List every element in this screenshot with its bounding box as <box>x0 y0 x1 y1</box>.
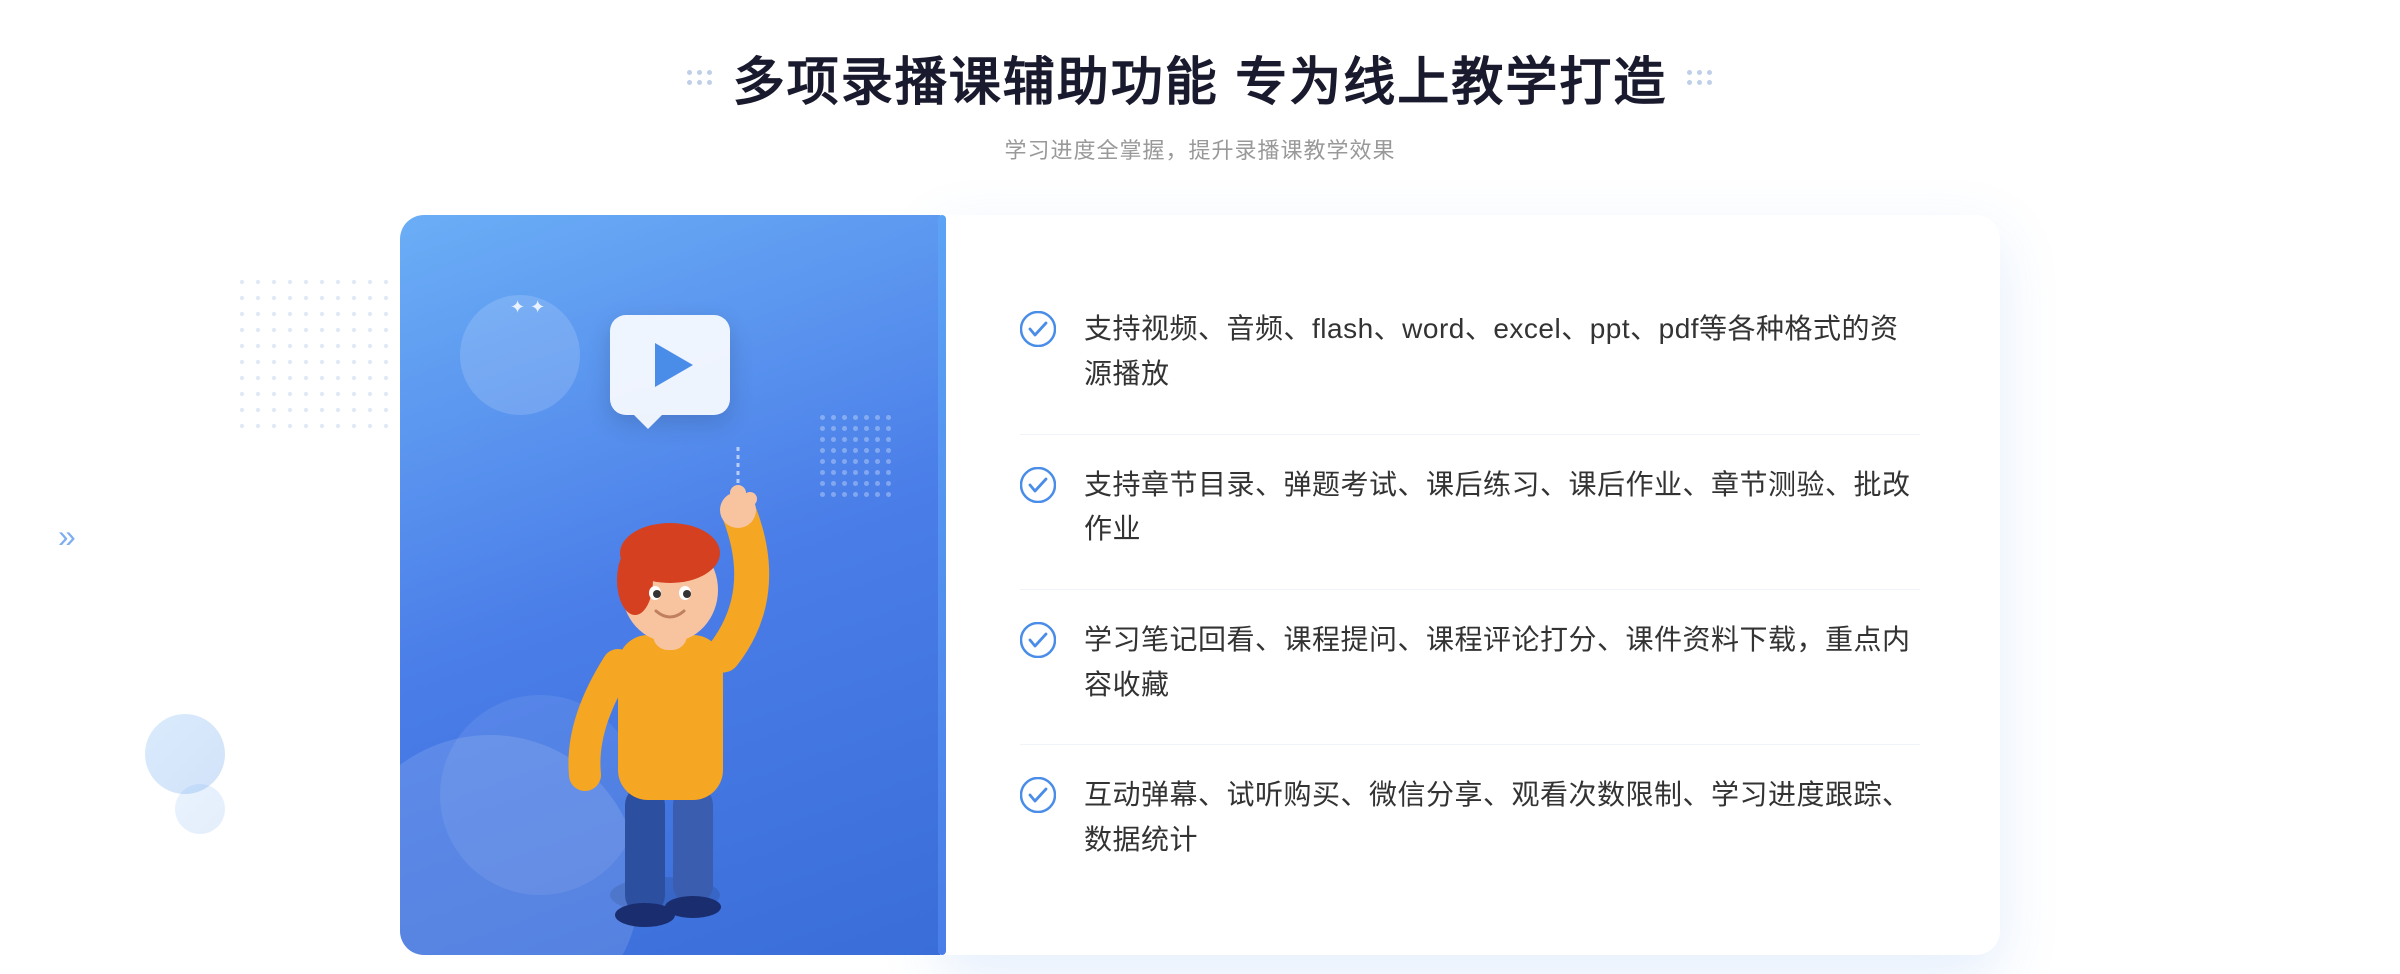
blue-connector-bar <box>938 215 946 955</box>
feature-text-4: 互动弹幕、试听购买、微信分享、观看次数限制、学习进度跟踪、数据统计 <box>1084 773 1920 863</box>
check-icon-1 <box>1020 311 1056 347</box>
header-deco-left <box>687 70 713 86</box>
check-icon-4 <box>1020 777 1056 813</box>
feature-item-2: 支持章节目录、弹题考试、课后练习、课后作业、章节测验、批改作业 <box>1020 434 1920 581</box>
header-deco-right <box>1687 70 1713 86</box>
page-header: 多项录播课辅助功能 专为线上教学打造 学习进度全掌握，提升录播课教学效果 <box>687 40 1713 165</box>
feature-text-2: 支持章节目录、弹题考试、课后练习、课后作业、章节测验、批改作业 <box>1084 463 1920 553</box>
deco-circle-1 <box>145 714 225 794</box>
check-icon-2 <box>1020 467 1056 503</box>
deco-circle-2 <box>175 784 225 834</box>
feature-item-4: 互动弹幕、试听购买、微信分享、观看次数限制、学习进度跟踪、数据统计 <box>1020 744 1920 891</box>
page-title: 多项录播课辅助功能 专为线上教学打造 <box>733 40 1667 115</box>
feature-text-3: 学习笔记回看、课程提问、课程评论打分、课件资料下载，重点内容收藏 <box>1084 618 1920 708</box>
person-illustration <box>510 415 830 955</box>
check-icon-3 <box>1020 622 1056 658</box>
feature-item-3: 学习笔记回看、课程提问、课程评论打分、课件资料下载，重点内容收藏 <box>1020 589 1920 736</box>
sparkle-icon: ✦ ✦ <box>510 297 545 318</box>
chevron-left-icon: » <box>58 520 76 552</box>
main-content: (function() { const stripes = document.q… <box>400 215 2000 955</box>
illus-stripes: (function() { const stripes = document.q… <box>820 415 920 575</box>
page-subtitle: 学习进度全掌握，提升录播课教学效果 <box>687 133 1713 165</box>
dot-pattern-left: (function() { const dp = document.queryS… <box>240 280 394 434</box>
illustration-panel: (function() { const stripes = document.q… <box>400 215 940 955</box>
content-panel: 支持视频、音频、flash、word、excel、ppt、pdf等各种格式的资源… <box>940 215 2000 955</box>
feature-item-1: 支持视频、音频、flash、word、excel、ppt、pdf等各种格式的资源… <box>1020 279 1920 425</box>
feature-text-1: 支持视频、音频、flash、word、excel、ppt、pdf等各种格式的资源… <box>1084 307 1920 397</box>
play-button-bubble <box>610 315 730 415</box>
play-triangle-icon <box>655 343 693 387</box>
